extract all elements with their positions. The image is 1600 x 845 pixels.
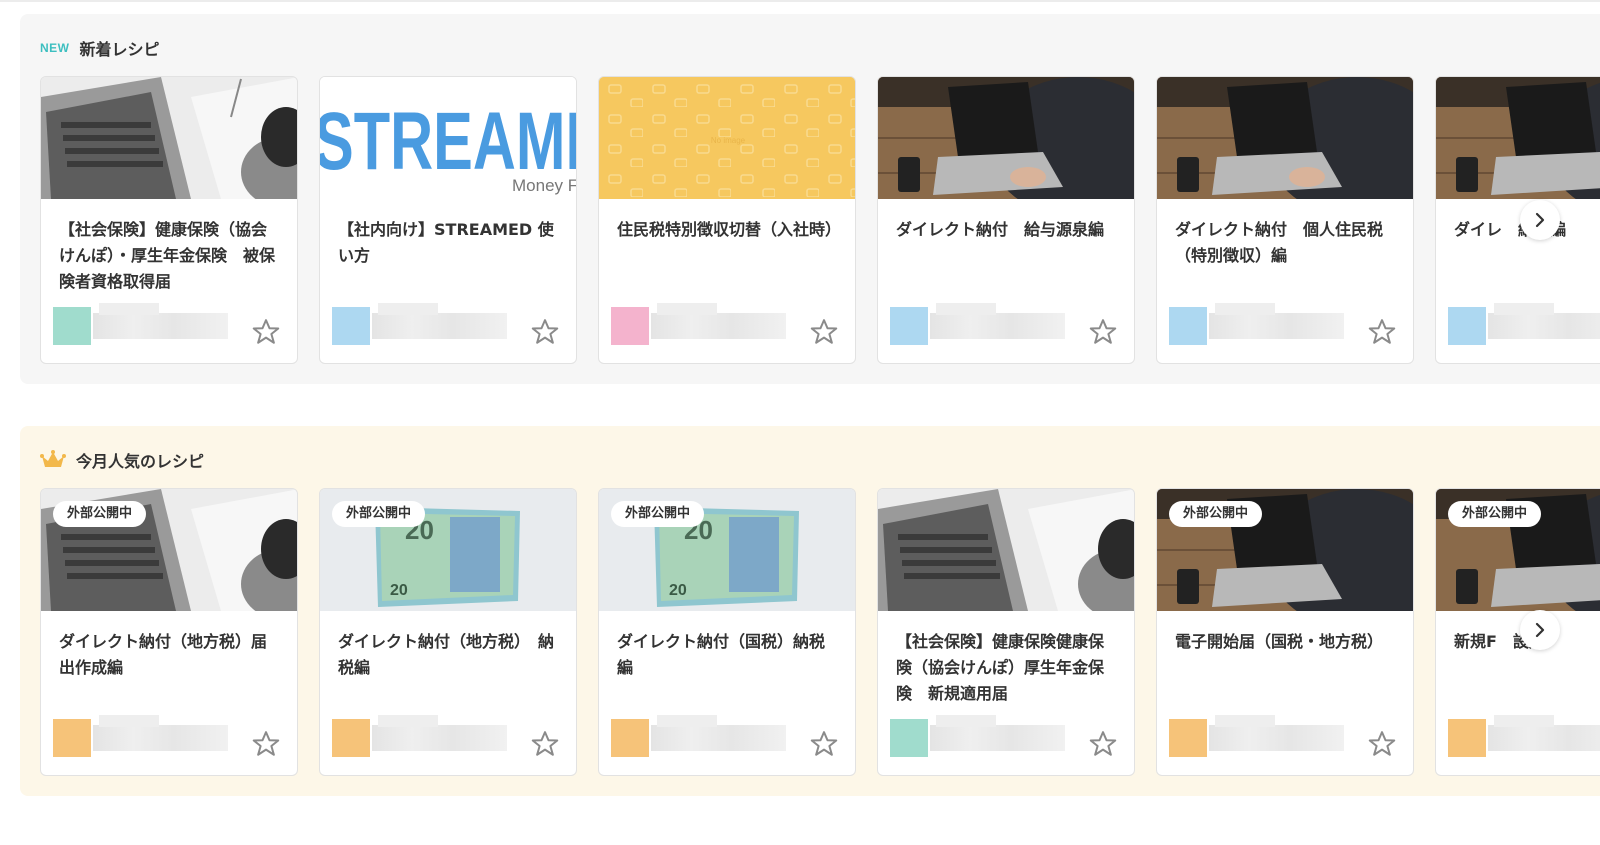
chevron-right-icon	[1535, 212, 1545, 228]
recipe-thumbnail	[878, 77, 1134, 199]
card-title: 【社内向け】STREAMED 使い方	[338, 220, 554, 265]
author-info	[53, 713, 231, 761]
recipe-card[interactable]: 外部公開中 電子開始届（国税・地方税）	[1156, 488, 1414, 776]
carousel-next-button[interactable]	[1520, 610, 1560, 650]
avatar	[890, 307, 928, 345]
author-info	[1448, 713, 1600, 761]
avatar	[1169, 719, 1207, 757]
avatar	[611, 307, 649, 345]
recipe-card[interactable]: 20 20 外部公開中 ダイレクト納付（国税）納税編	[598, 488, 856, 776]
recipe-card[interactable]: No image 住民税特別徴収切替（入社時）	[598, 76, 856, 364]
card-title: ダイレクト納付（国税）納税編	[617, 632, 826, 677]
recipe-thumbnail	[1436, 77, 1600, 199]
recipe-thumbnail: 20 20 外部公開中	[599, 489, 855, 611]
new-tag: NEW	[40, 41, 70, 55]
top-divider	[0, 0, 1600, 2]
avatar	[1448, 307, 1486, 345]
card-title: ダイレクト納付 給与源泉編	[896, 220, 1105, 239]
avatar	[1448, 719, 1486, 757]
author-info	[332, 301, 510, 349]
recipe-thumbnail: 外部公開中	[1436, 489, 1600, 611]
recipe-card[interactable]: 外部公開中 新規F 設定	[1435, 488, 1600, 776]
avatar	[611, 719, 649, 757]
avatar	[332, 307, 370, 345]
section-title: 今月人気のレシピ	[76, 452, 205, 471]
card-title: ダイレクト納付（地方税）届出作成編	[59, 632, 268, 677]
recipe-card[interactable]: ダイレクト納付 給与源泉編	[877, 76, 1135, 364]
star-outline-icon[interactable]	[1088, 729, 1118, 759]
card-title: 【社会保険】健康保険健康保険（協会けんぽ）厚生年金保険 新規適用届	[896, 632, 1105, 703]
author-info	[53, 301, 231, 349]
recipe-card[interactable]: ダイレクト納付 個人住民税（特別徴収）編	[1156, 76, 1414, 364]
star-outline-icon[interactable]	[530, 729, 560, 759]
star-outline-icon[interactable]	[1367, 729, 1397, 759]
recipe-thumbnail	[878, 489, 1134, 611]
recipe-card[interactable]: 外部公開中 ダイレクト納付（地方税）届出作成編	[40, 488, 298, 776]
star-outline-icon[interactable]	[251, 317, 281, 347]
card-title: 【社会保険】健康保険（協会けんぽ）・厚生年金保険 被保険者資格取得届	[59, 220, 276, 291]
author-info	[1169, 301, 1347, 349]
public-badge: 外部公開中	[53, 501, 147, 527]
recipe-thumbnail: No image	[599, 77, 855, 199]
recipe-card[interactable]: STREAMI Money F 【社内向け】STREAMED 使い方	[319, 76, 577, 364]
author-info	[332, 713, 510, 761]
card-title: ダイレクト納付 個人住民税（特別徴収）編	[1175, 220, 1384, 265]
chevron-right-icon	[1535, 622, 1545, 638]
section-title: 新着レシピ	[79, 40, 160, 59]
author-info	[890, 713, 1068, 761]
section-header: 今月人気のレシピ	[40, 448, 204, 472]
recipe-thumbnail	[1157, 77, 1413, 199]
star-outline-icon[interactable]	[809, 729, 839, 759]
author-info	[611, 301, 789, 349]
recipe-card[interactable]: ダイレ 納付編	[1435, 76, 1600, 364]
avatar	[332, 719, 370, 757]
star-outline-icon[interactable]	[251, 729, 281, 759]
avatar	[1169, 307, 1207, 345]
public-badge: 外部公開中	[611, 501, 705, 527]
recipe-thumbnail: 外部公開中	[1157, 489, 1413, 611]
card-carousel: 【社会保険】健康保険（協会けんぽ）・厚生年金保険 被保険者資格取得届 STREA…	[40, 76, 1600, 364]
no-image-text: No image	[711, 136, 746, 145]
avatar	[890, 719, 928, 757]
card-title: 住民税特別徴収切替（入社時）	[617, 220, 842, 239]
star-outline-icon[interactable]	[1088, 317, 1118, 347]
popular-recipes-section: 今月人気のレシピ 外部公開中 ダイレクト納付（地方税）届出作成編 20 20 外…	[20, 426, 1600, 796]
logo-subtext: Money F	[512, 176, 576, 195]
svg-text:20: 20	[669, 582, 687, 599]
carousel-next-button[interactable]	[1520, 200, 1560, 240]
recipe-thumbnail	[41, 77, 297, 199]
recipe-thumbnail: 外部公開中	[41, 489, 297, 611]
public-badge: 外部公開中	[1448, 501, 1542, 527]
card-title: 電子開始届（国税・地方税）	[1175, 632, 1384, 651]
star-outline-icon[interactable]	[530, 317, 560, 347]
author-info	[1169, 713, 1347, 761]
section-header: NEW 新着レシピ	[40, 36, 160, 60]
recipe-card[interactable]: 【社会保険】健康保険（協会けんぽ）・厚生年金保険 被保険者資格取得届	[40, 76, 298, 364]
recipe-card[interactable]: 20 20 外部公開中 ダイレクト納付（地方税） 納税編	[319, 488, 577, 776]
card-carousel: 外部公開中 ダイレクト納付（地方税）届出作成編 20 20 外部公開中 ダイレク…	[40, 488, 1600, 776]
logo-text: STREAMI	[320, 96, 576, 187]
public-badge: 外部公開中	[1169, 501, 1263, 527]
avatar	[53, 719, 91, 757]
author-info	[1448, 301, 1600, 349]
avatar	[53, 307, 91, 345]
recipe-thumbnail: 20 20 外部公開中	[320, 489, 576, 611]
card-title: ダイレクト納付（地方税） 納税編	[338, 632, 555, 677]
recipe-thumbnail: STREAMI Money F	[320, 77, 576, 199]
public-badge: 外部公開中	[332, 501, 426, 527]
recipe-card[interactable]: 【社会保険】健康保険健康保険（協会けんぽ）厚生年金保険 新規適用届	[877, 488, 1135, 776]
author-info	[890, 301, 1068, 349]
author-info	[611, 713, 789, 761]
svg-text:20: 20	[390, 582, 408, 599]
star-outline-icon[interactable]	[809, 317, 839, 347]
new-recipes-section: NEW 新着レシピ 【社会保険】健康保険（協会けんぽ）・厚生年金保険 被保険者資…	[20, 14, 1600, 384]
star-outline-icon[interactable]	[1367, 317, 1397, 347]
crown-icon	[40, 450, 66, 467]
